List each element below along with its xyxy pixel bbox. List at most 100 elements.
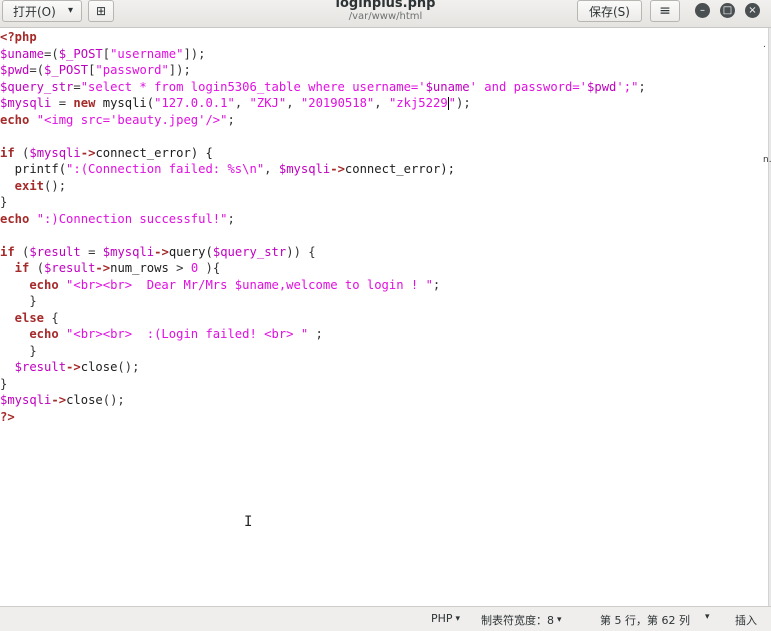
- code-token: =: [80, 244, 103, 259]
- code-line[interactable]: echo "<br><br> Dear Mr/Mrs $uname,welcom…: [0, 277, 646, 294]
- code-token: $result: [44, 261, 96, 275]
- maximize-icon[interactable]: □: [720, 3, 735, 18]
- code-token: );: [456, 96, 471, 110]
- code-token: }: [0, 195, 8, 209]
- code-token: $mysqli: [29, 145, 81, 160]
- position-dropdown[interactable]: ▾: [705, 612, 710, 622]
- code-token: ){: [198, 261, 221, 275]
- code-editor[interactable]: <?php $uname=($_POST["username"]); $pwd=($…: [0, 28, 769, 606]
- code-line[interactable]: $result->close();: [0, 359, 646, 376]
- code-token: <?php: [0, 30, 37, 44]
- code-line[interactable]: }: [0, 293, 646, 310]
- code-token: =(: [44, 46, 59, 61]
- code-token: $uname: [0, 46, 45, 61]
- code-line[interactable]: [0, 227, 646, 244]
- code-token: $result: [0, 360, 67, 374]
- code-token: echo: [0, 277, 59, 292]
- insert-mode-indicator: 插入: [735, 612, 757, 628]
- code-line[interactable]: printf(":(Connection failed: %s\n", $mys…: [0, 161, 646, 178]
- code-line[interactable]: $uname=($_POST["username"]);: [0, 46, 646, 63]
- code-token: ->: [95, 261, 111, 275]
- code-token: echo: [0, 112, 30, 127]
- code-token: "<br><br> Dear Mr/Mrs $uname,welcome to …: [66, 277, 433, 292]
- code-token: [: [102, 46, 111, 61]
- code-token: ]);: [183, 46, 206, 61]
- code-line[interactable]: else {: [0, 310, 646, 327]
- code-token: $pwd: [587, 79, 617, 94]
- code-token: exit: [0, 178, 45, 193]
- code-token: =(: [29, 63, 45, 77]
- code-token: ->: [51, 393, 67, 407]
- code-line[interactable]: echo ":)Connection successful!";: [0, 211, 646, 228]
- code-token: ;: [308, 327, 323, 341]
- edge-mark: n.: [763, 155, 771, 165]
- code-area[interactable]: <?php $uname=($_POST["username"]); $pwd=($…: [0, 29, 646, 425]
- code-token: num_rows: [110, 261, 169, 275]
- code-token: {: [44, 310, 59, 325]
- code-token: new: [73, 96, 96, 110]
- chevron-down-icon: ▾: [455, 613, 461, 624]
- code-line[interactable]: if ($mysqli->connect_error) {: [0, 145, 646, 162]
- code-token: ]);: [168, 63, 191, 77]
- code-line[interactable]: if ($result = $mysqli->query($query_str)…: [0, 244, 646, 261]
- code-line[interactable]: $query_str="select * from login5306_tabl…: [0, 79, 646, 96]
- text-cursor-icon: I: [244, 514, 253, 530]
- code-token: mysqli(: [95, 96, 155, 110]
- close-icon[interactable]: ×: [745, 3, 760, 18]
- code-line[interactable]: $mysqli->close();: [0, 392, 646, 409]
- code-line[interactable]: [0, 128, 646, 145]
- code-token: ":(Connection failed: %s\n": [66, 162, 265, 176]
- code-token: $result: [29, 244, 81, 259]
- code-token: $mysqli: [0, 393, 52, 407]
- code-line[interactable]: }: [0, 194, 646, 211]
- code-token: ,: [374, 96, 389, 110]
- code-line[interactable]: }: [0, 376, 646, 393]
- code-line[interactable]: <?php: [0, 29, 646, 46]
- code-token: $mysqli: [278, 162, 331, 176]
- chevron-down-icon: ▾: [705, 612, 710, 622]
- code-token: ->: [330, 162, 345, 176]
- code-line[interactable]: echo "<img src='beauty.jpeg'/>";: [0, 112, 646, 129]
- code-token: if: [0, 261, 30, 275]
- code-token: else: [0, 310, 45, 325]
- code-line[interactable]: ?>: [0, 409, 646, 426]
- code-token: "select * from login5306_table where use…: [80, 79, 426, 94]
- code-token: ;: [227, 112, 235, 127]
- code-line[interactable]: $pwd=($_POST["password"]);: [0, 62, 646, 79]
- code-token: connect_error);: [344, 162, 455, 176]
- code-line[interactable]: $mysqli = new mysqli("127.0.0.1", "ZKJ",…: [0, 95, 646, 112]
- code-token: }: [0, 343, 37, 358]
- code-token: echo: [0, 211, 30, 226]
- menu-button[interactable]: ≡: [650, 0, 680, 22]
- language-label: PHP: [431, 612, 453, 625]
- minimize-icon[interactable]: –: [695, 3, 710, 18]
- code-token: "<img src='beauty.jpeg'/>": [36, 112, 228, 127]
- code-token: echo: [0, 327, 59, 341]
- code-token: close: [66, 393, 103, 407]
- language-selector[interactable]: PHP ▾: [431, 612, 460, 625]
- code-token: )) {: [286, 244, 316, 259]
- code-token: printf(: [0, 162, 67, 176]
- code-line[interactable]: exit();: [0, 178, 646, 195]
- code-token: $uname: [425, 79, 470, 94]
- save-button[interactable]: 保存(S): [577, 0, 642, 22]
- code-token: query(: [168, 244, 213, 259]
- status-bar: PHP ▾ 制表符宽度：8 ▾ 第 5 行，第 62 列 ▾ 插入: [0, 606, 771, 631]
- code-token: >: [168, 261, 191, 275]
- tab-width-selector[interactable]: 制表符宽度：8 ▾: [481, 612, 562, 628]
- code-line[interactable]: echo "<br><br> :(Login failed! <br> " ;: [0, 326, 646, 343]
- code-token: ->: [154, 244, 169, 259]
- cursor-position-selector[interactable]: 第 5 行，第 62 列: [600, 612, 690, 628]
- code-token: $mysqli: [0, 96, 52, 110]
- code-token: ';": [616, 79, 639, 94]
- code-line[interactable]: }: [0, 343, 646, 360]
- code-token: "20190518": [300, 96, 375, 110]
- code-line[interactable]: if ($result->num_rows > 0 ){: [0, 260, 646, 277]
- code-token: ,: [286, 96, 301, 110]
- hamburger-icon: ≡: [659, 3, 671, 19]
- code-token: ' and password=': [469, 79, 588, 94]
- code-token: $query_str: [0, 79, 74, 94]
